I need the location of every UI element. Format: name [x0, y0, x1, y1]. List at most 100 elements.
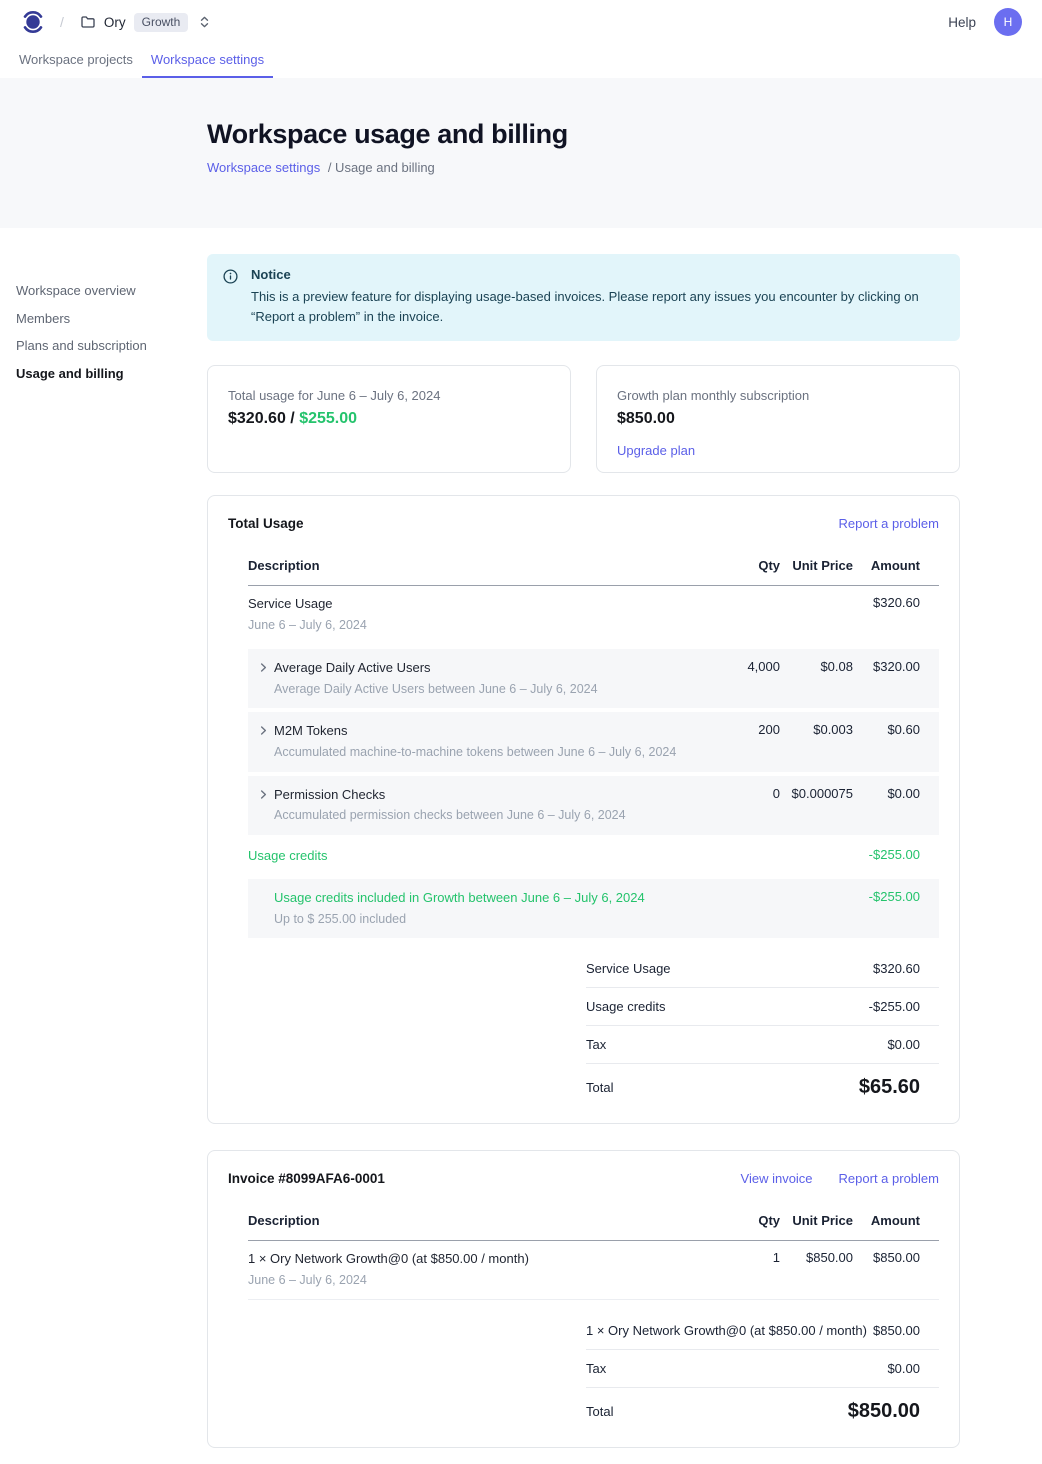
- notice-body: This is a preview feature for displaying…: [251, 287, 942, 327]
- row-title: 1 × Ory Network Growth@0 (at $850.00 / m…: [248, 1250, 710, 1269]
- plan-badge: Growth: [134, 13, 189, 32]
- invoice-summary: 1 × Ory Network Growth@0 (at $850.00 / m…: [586, 1312, 939, 1425]
- row-subtitle: Up to $ 255.00 included: [274, 911, 710, 929]
- table-row: Average Daily Active Users Average Daily…: [248, 649, 939, 708]
- summary-label: Tax: [586, 1037, 606, 1052]
- row-amount: -$255.00: [853, 847, 939, 862]
- breadcrumb-separator: /: [60, 14, 64, 30]
- usage-report-problem-link[interactable]: Report a problem: [839, 516, 939, 531]
- usage-included-amount: $255.00: [299, 410, 357, 427]
- workspace-tabs: Workspace projects Workspace settings: [0, 44, 1042, 78]
- workspace-name: Ory: [104, 15, 126, 30]
- unfold-selector-icon[interactable]: [198, 15, 211, 29]
- expand-row-button[interactable]: [248, 659, 274, 674]
- total-usage-card: Total usage for June 6 – July 6, 2024 $3…: [207, 365, 571, 473]
- row-amount: $320.00: [853, 659, 939, 674]
- row-qty: 4,000: [710, 659, 780, 674]
- row-title: M2M Tokens: [274, 722, 676, 741]
- row-subtitle: June 6 – July 6, 2024: [248, 1272, 710, 1290]
- invoice-panel: Invoice #8099AFA6-0001 View invoice Repo…: [207, 1150, 960, 1448]
- row-amount: -$255.00: [853, 889, 939, 904]
- chevron-right-icon: [257, 724, 270, 737]
- upgrade-plan-link[interactable]: Upgrade plan: [617, 443, 695, 458]
- usage-used-amount: $320.60: [228, 410, 286, 427]
- tab-workspace-settings[interactable]: Workspace settings: [142, 44, 273, 78]
- invoice-report-problem-link[interactable]: Report a problem: [839, 1171, 939, 1186]
- row-title: Average Daily Active Users: [274, 659, 598, 678]
- table-row: Service Usage June 6 – July 6, 2024 $320…: [248, 586, 939, 644]
- summary-value: $850.00: [873, 1323, 939, 1338]
- col-unit-price: Unit Price: [780, 558, 853, 573]
- summary-label: Usage credits: [586, 999, 665, 1014]
- plan-subscription-card: Growth plan monthly subscription $850.00…: [596, 365, 960, 473]
- col-qty: Qty: [710, 1213, 780, 1228]
- usage-panel-title: Total Usage: [228, 516, 304, 531]
- row-subtitle: Accumulated machine-to-machine tokens be…: [274, 744, 676, 762]
- invoice-table: Description Qty Unit Price Amount 1 × Or…: [248, 1202, 939, 1425]
- help-link[interactable]: Help: [948, 15, 976, 30]
- row-unit-price: $0.003: [780, 722, 853, 737]
- info-icon: [223, 269, 238, 327]
- folder-icon: [80, 14, 96, 30]
- row-amount: $850.00: [853, 1250, 939, 1265]
- usage-total-row: Total $65.60: [586, 1064, 939, 1101]
- row-unit-price: $0.000075: [780, 786, 853, 801]
- sidebar-item-workspace-overview[interactable]: Workspace overview: [16, 283, 196, 298]
- row-title: Service Usage: [248, 595, 710, 614]
- chevron-right-icon: [257, 788, 270, 801]
- table-row: 1 × Ory Network Growth@0 (at $850.00 / m…: [248, 1241, 939, 1300]
- row-amount: $0.60: [853, 722, 939, 737]
- col-amount: Amount: [853, 1213, 939, 1228]
- tab-workspace-projects[interactable]: Workspace projects: [10, 44, 142, 78]
- billing-summary-cards: Total usage for June 6 – July 6, 2024 $3…: [207, 365, 960, 473]
- col-unit-price: Unit Price: [780, 1213, 853, 1228]
- expand-row-button[interactable]: [248, 722, 274, 737]
- top-bar: / Ory Growth Help H: [0, 0, 1042, 44]
- total-value: $65.60: [859, 1076, 939, 1099]
- row-amount: $0.00: [853, 786, 939, 801]
- page-title: Workspace usage and billing: [207, 119, 1042, 150]
- usage-summary: Service Usage $320.60 Usage credits -$25…: [586, 950, 939, 1101]
- main-content: Notice This is a preview feature for dis…: [207, 254, 960, 1464]
- row-subtitle: Average Daily Active Users between June …: [274, 681, 598, 699]
- preview-notice: Notice This is a preview feature for dis…: [207, 254, 960, 341]
- breadcrumb-current: / Usage and billing: [328, 160, 435, 175]
- summary-value: $0.00: [887, 1037, 939, 1052]
- invoice-table-header: Description Qty Unit Price Amount: [248, 1202, 939, 1241]
- expand-row-button[interactable]: [248, 786, 274, 801]
- total-value: $850.00: [848, 1400, 939, 1423]
- view-invoice-link[interactable]: View invoice: [741, 1171, 813, 1186]
- notice-title: Notice: [251, 266, 942, 284]
- summary-label: Tax: [586, 1361, 606, 1376]
- row-title: Usage credits: [248, 847, 710, 866]
- settings-side-nav: Workspace overview Members Plans and sub…: [16, 283, 196, 381]
- usage-table-header: Description Qty Unit Price Amount: [248, 547, 939, 586]
- workspace-switcher[interactable]: Ory Growth: [80, 13, 211, 32]
- row-qty: 200: [710, 722, 780, 737]
- invoice-panel-title: Invoice #8099AFA6-0001: [228, 1171, 385, 1186]
- summary-label: 1 × Ory Network Growth@0 (at $850.00 / m…: [586, 1323, 867, 1338]
- row-unit-price: $0.08: [780, 659, 853, 674]
- col-qty: Qty: [710, 558, 780, 573]
- usage-separator: /: [286, 410, 299, 427]
- chevron-right-icon: [257, 661, 270, 674]
- summary-value: $0.00: [887, 1361, 939, 1376]
- summary-row: Usage credits -$255.00: [586, 988, 939, 1026]
- row-unit-price: $850.00: [780, 1250, 853, 1265]
- total-usage-panel: Total Usage Report a problem Description…: [207, 495, 960, 1124]
- table-row: Usage credits included in Growth between…: [248, 879, 939, 938]
- avatar[interactable]: H: [994, 8, 1022, 36]
- sidebar-item-plans-and-subscription[interactable]: Plans and subscription: [16, 338, 196, 353]
- summary-row: Tax $0.00: [586, 1026, 939, 1064]
- summary-value: -$255.00: [869, 999, 939, 1014]
- sidebar-item-members[interactable]: Members: [16, 311, 196, 326]
- invoice-total-row: Total $850.00: [586, 1388, 939, 1425]
- row-title: Permission Checks: [274, 786, 626, 805]
- breadcrumb-settings-link[interactable]: Workspace settings: [207, 160, 320, 175]
- sidebar-item-usage-and-billing[interactable]: Usage and billing: [16, 366, 196, 381]
- breadcrumb: Workspace settings / Usage and billing: [207, 160, 1042, 175]
- ory-logo-icon[interactable]: [20, 9, 46, 35]
- row-qty: 0: [710, 786, 780, 801]
- row-amount: $320.60: [853, 595, 939, 610]
- total-usage-label: Total usage for June 6 – July 6, 2024: [228, 388, 550, 403]
